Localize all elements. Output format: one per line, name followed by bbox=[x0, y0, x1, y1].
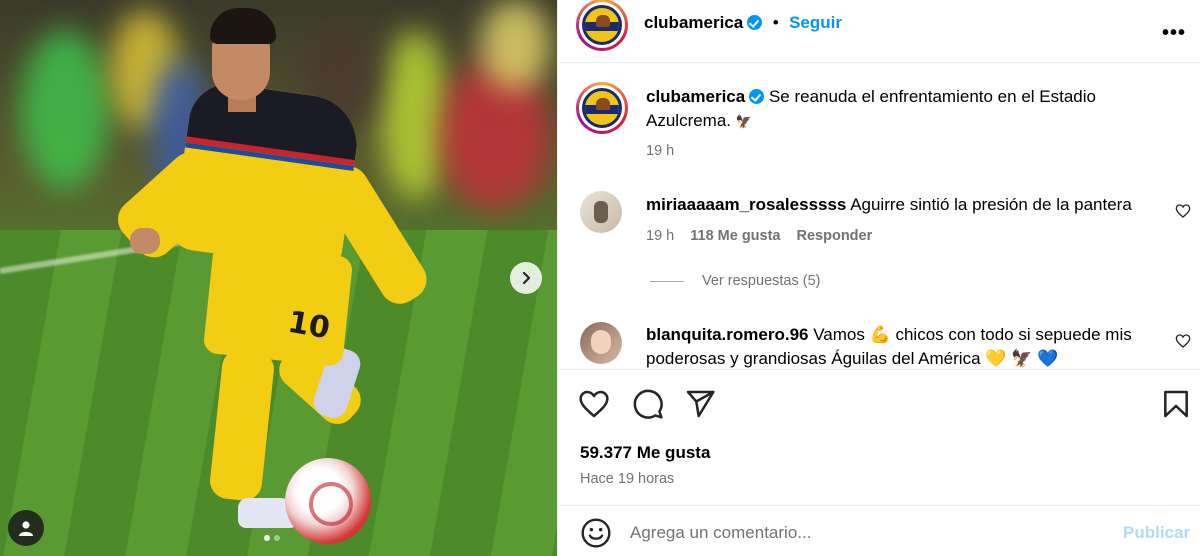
carousel-indicator bbox=[264, 535, 280, 541]
more-icon[interactable]: ••• bbox=[1162, 22, 1186, 45]
view-replies-button[interactable]: Ver respuestas (5) bbox=[650, 273, 820, 289]
verified-icon bbox=[747, 15, 763, 30]
heart-icon[interactable] bbox=[1175, 203, 1191, 219]
caption-time: 19 h bbox=[646, 143, 675, 159]
caption-avatar[interactable] bbox=[576, 82, 628, 134]
carousel-dot bbox=[274, 535, 280, 541]
post-header: clubamerica • Seguir ••• bbox=[558, 0, 1200, 63]
comments-list[interactable]: clubamerica Se reanuda el enfrentamiento… bbox=[558, 63, 1200, 369]
comment-avatar[interactable] bbox=[580, 191, 622, 233]
caption: clubamerica Se reanuda el enfrentamiento… bbox=[646, 87, 1096, 130]
post-details-panel: clubamerica • Seguir ••• clubamerica Se … bbox=[557, 0, 1200, 556]
verified-icon bbox=[749, 89, 765, 104]
club-logo bbox=[582, 5, 622, 45]
comment-likes[interactable]: 118 Me gusta bbox=[690, 228, 780, 244]
player-photo: 10 bbox=[109, 0, 440, 556]
comment: blanquita.romero.96 Vamos 💪 chicos con t… bbox=[646, 325, 1132, 368]
comment-avatar[interactable] bbox=[580, 322, 622, 364]
share-icon[interactable] bbox=[684, 388, 716, 420]
emoji-icon[interactable] bbox=[580, 517, 612, 549]
publish-button[interactable]: Publicar bbox=[1123, 523, 1190, 543]
heart-icon[interactable] bbox=[578, 388, 610, 420]
bookmark-icon[interactable] bbox=[1160, 388, 1192, 420]
account-username[interactable]: clubamerica bbox=[644, 13, 743, 32]
comment: miriaaaaam_rosalesssss Aguirre sintió la… bbox=[646, 195, 1132, 214]
reply-button[interactable]: Responder bbox=[797, 228, 873, 244]
heart-icon[interactable] bbox=[1175, 333, 1191, 349]
follow-button[interactable]: Seguir bbox=[789, 13, 842, 32]
chevron-right-icon bbox=[522, 271, 531, 285]
carousel-dot bbox=[264, 535, 270, 541]
jersey-number: 10 bbox=[285, 304, 333, 347]
soccer-ball bbox=[285, 458, 371, 544]
eagle-emoji: 🦅 bbox=[735, 114, 752, 129]
comment-meta: 19 h 118 Me gusta Responder bbox=[646, 228, 873, 244]
add-comment-bar: Publicar bbox=[558, 505, 1200, 556]
user-tag-icon bbox=[19, 521, 33, 536]
likes-count[interactable]: 59.377 Me gusta bbox=[580, 443, 710, 463]
carousel-next-button[interactable] bbox=[510, 262, 542, 294]
user-tags-button[interactable] bbox=[8, 510, 44, 546]
post-actions: 59.377 Me gusta Hace 19 horas Publicar bbox=[558, 369, 1200, 556]
post-media[interactable]: 10 bbox=[0, 0, 557, 556]
comment-input[interactable] bbox=[630, 519, 1110, 547]
comment-icon[interactable] bbox=[632, 388, 664, 420]
account-avatar[interactable] bbox=[576, 0, 628, 51]
post-time: Hace 19 horas bbox=[580, 471, 675, 487]
